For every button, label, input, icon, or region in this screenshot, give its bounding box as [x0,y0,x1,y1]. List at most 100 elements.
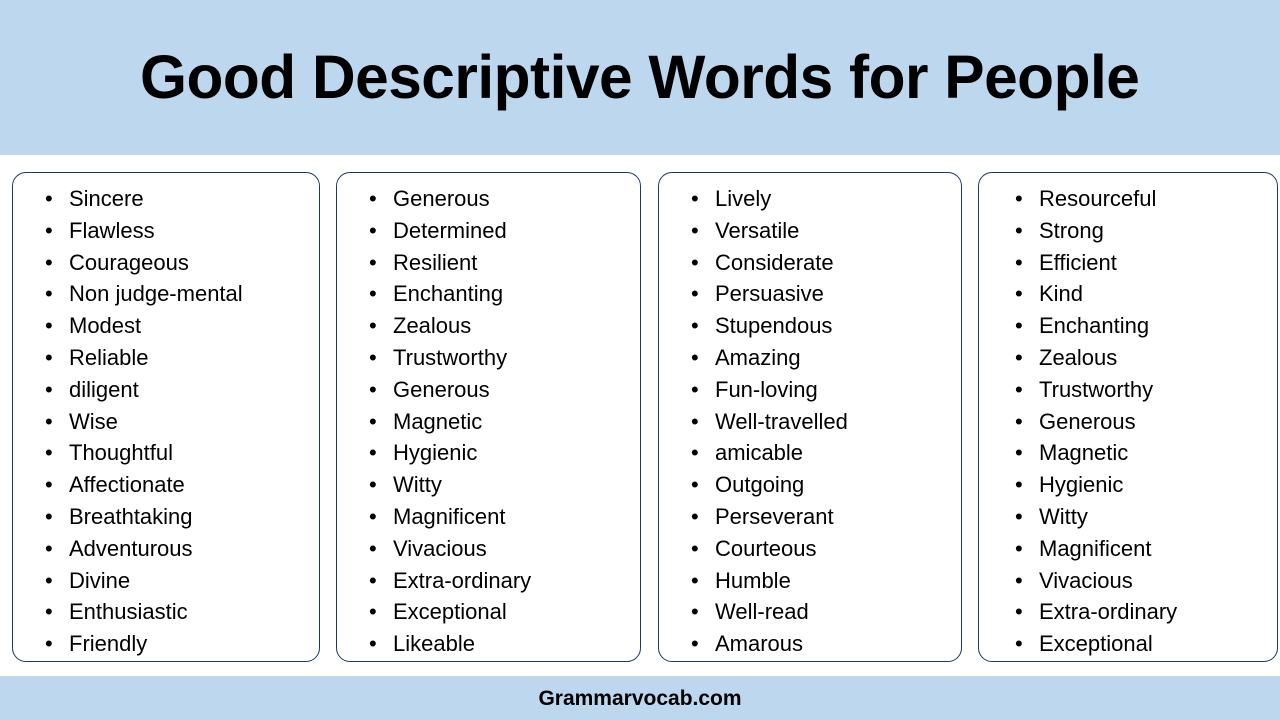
list-item: • Witty [341,469,636,501]
list-item: • Outgoing [663,469,957,501]
list-item: • Trustworthy [341,342,636,374]
bullet-icon: • [691,376,699,402]
list-item-label: Extra-ordinary [393,567,532,593]
list-item-label: Hygienic [1039,472,1124,498]
list-item-label: Vivacious [393,535,487,561]
list-item: • Enchanting [341,278,636,310]
list-item-label: Outgoing [715,472,805,498]
bullet-icon: • [369,535,377,561]
bullet-icon: • [369,281,377,307]
list-item: • Enchanting [983,310,1273,342]
list-item-label: Versatile [715,217,800,243]
bullet-icon: • [691,344,699,370]
list-item-label: Strong [1039,217,1104,243]
list-item-label: amicable [715,440,804,466]
bullet-icon: • [369,472,377,498]
list-item: • Determined [341,215,636,247]
list-item: • Courageous [17,247,315,279]
bullet-icon: • [45,281,53,307]
list-item-label: Exceptional [393,599,507,625]
bullet-icon: • [1015,249,1023,275]
list-item: • Strong [983,215,1273,247]
bullet-icon: • [45,535,53,561]
list-item-label: Amazing [715,344,801,370]
bullet-icon: • [1015,567,1023,593]
bullet-icon: • [1015,281,1023,307]
list-item: • Perseverant [663,501,957,533]
word-columns-container: • Sincere • Flawless • Courageous • Non judge-m… [0,155,1280,676]
bullet-icon: • [369,313,377,339]
bullet-icon: • [1015,344,1023,370]
bullet-icon: • [691,535,699,561]
word-card-column-3: • Lively • Versatile • Considerate • Persuasive… [658,172,962,662]
bullet-icon: • [1015,503,1023,529]
list-item: • Extra-ordinary [983,596,1273,628]
list-item: • Lively [663,183,957,215]
bullet-icon: • [1015,376,1023,402]
bullet-icon: • [369,408,377,434]
list-item-label: Resourceful [1039,186,1157,211]
list-item: • Affectionate [17,469,315,501]
list-item-label: Generous [393,376,490,402]
list-item: • Magnetic [341,406,636,438]
list-item-label: Exceptional [1039,631,1153,657]
word-list-infographic: Good Descriptive Words for People • Since… [0,0,1280,720]
bullet-icon: • [691,567,699,593]
bullet-icon: • [691,249,699,275]
bullet-icon: • [691,631,699,657]
bullet-icon: • [45,408,53,434]
bullet-icon: • [691,503,699,529]
list-item: • Exceptional [341,596,636,628]
list-item-label: Enthusiastic [69,599,188,625]
list-item-label: Magnetic [1039,440,1129,466]
list-item: • Witty [983,501,1273,533]
list-item-label: Extra-ordinary [1039,599,1178,625]
list-item-label: Trustworthy [393,344,508,370]
list-item: • Magnificent [983,533,1273,565]
list-item-label: Hygienic [393,440,478,466]
list-item-label: Kind [1039,281,1084,307]
bullet-icon: • [1015,472,1023,498]
list-item: • Persuasive [663,278,957,310]
bullet-icon: • [691,217,699,243]
list-item-label: Enchanting [1039,313,1150,339]
list-item: • Likeable [341,628,636,660]
list-item-label: Non judge-mental [69,281,243,307]
bullet-icon: • [691,186,699,211]
list-item-label: Magnetic [393,408,483,434]
list-item-label: Resilient [393,249,478,275]
list-item-label: Lively [715,186,772,211]
list-item: • Extra-ordinary [341,565,636,597]
list-item: • Reliable [17,342,315,374]
list-item: • Kind [983,278,1273,310]
list-item: • Magnetic [983,437,1273,469]
bullet-icon: • [691,440,699,466]
list-item: • Adventurous [17,533,315,565]
list-item: • Wise [17,406,315,438]
bullet-icon: • [1015,440,1023,466]
list-item-label: Well-travelled [715,408,848,434]
list-item-label: Enchanting [393,281,504,307]
list-item-label: Likeable [393,631,475,657]
list-item-label: Breathtaking [69,503,193,529]
list-item-label: Persuasive [715,281,824,307]
bullet-icon: • [45,313,53,339]
bullet-icon: • [45,376,53,402]
list-item: • Amazing [663,342,957,374]
list-item-label: Reliable [69,344,149,370]
bullet-icon: • [45,440,53,466]
list-item-label: Magnificent [393,503,506,529]
list-item: • Generous [341,183,636,215]
bullet-icon: • [691,313,699,339]
list-item: • diligent [17,374,315,406]
bullet-icon: • [1015,535,1023,561]
bullet-icon: • [45,631,53,657]
list-item: • Vivacious [983,565,1273,597]
list-item: • Efficient [983,247,1273,279]
bullet-icon: • [369,599,377,625]
bullet-icon: • [691,472,699,498]
list-item: • Divine [17,565,315,597]
bullet-icon: • [1015,217,1023,243]
word-card-column-2: • Generous • Determined • Resilient • Enchantin… [336,172,641,662]
site-attribution: Grammarvocab.com [538,686,742,710]
